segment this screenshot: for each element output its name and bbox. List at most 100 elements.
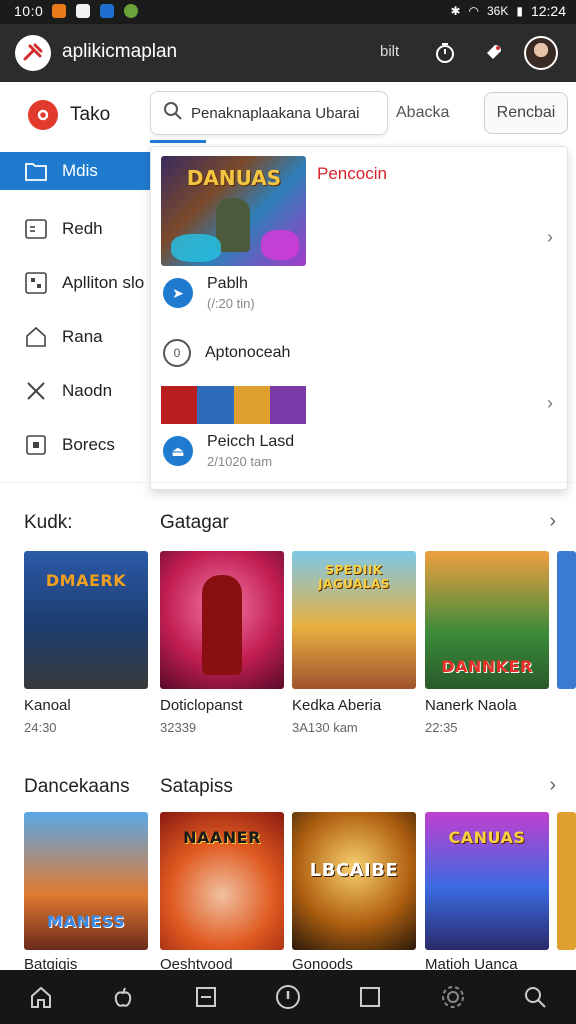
circle-icon: 0 (163, 339, 191, 367)
sidebar-item-label: Naodn (62, 381, 113, 400)
card-art-title: DANNKER (441, 657, 533, 676)
sidebar-item-mdis[interactable]: Mdis (0, 152, 150, 190)
list-item-name: Aptonoceah (205, 344, 291, 361)
sidebar-item-label: Redh (62, 219, 103, 238)
notification-icon-orange (52, 4, 66, 18)
apps-icon (24, 271, 48, 295)
card-label: Doticlopanst (160, 697, 243, 714)
list-item[interactable]: ➤ Pablh (/:20 tin) (163, 275, 255, 311)
section-title-right: Satapiss (160, 776, 233, 797)
sidebar-nav: Mdis Redh Aplliton slo Rana Naodn Borecs (0, 152, 150, 472)
featured-game-art[interactable]: DANUAS (161, 156, 306, 266)
card-art-title: LBCAIBE (309, 860, 399, 881)
settings-icon[interactable] (438, 982, 468, 1012)
list-icon[interactable] (191, 982, 221, 1012)
search-input[interactable]: Penaknaplaakana Ubarai (150, 91, 388, 135)
chevron-right-icon[interactable]: › (547, 393, 553, 414)
search-icon (163, 101, 183, 125)
search-value: Penaknaplaakana Ubarai (191, 104, 360, 122)
app-title: aplikicmaplan (62, 41, 178, 62)
game-card-partial[interactable] (557, 812, 576, 950)
signal-text: 36K (486, 4, 509, 18)
tab-abacka[interactable]: Abacka (396, 104, 449, 122)
sidebar-item-rana[interactable]: Rana (0, 310, 150, 364)
sidebar-item-borecs[interactable]: Borecs (0, 418, 150, 472)
chevron-right-icon[interactable]: › (547, 227, 553, 248)
game-icon: ⏏ (163, 436, 193, 466)
document-icon (24, 217, 48, 241)
section-divider (0, 482, 576, 483)
folder-icon (24, 159, 48, 183)
card-art-title: CANUAS (448, 828, 526, 847)
list-item-name: Peicch Lasd (207, 433, 295, 450)
chevron-right-icon[interactable]: › (549, 774, 556, 797)
app-bar: aplikicmaplan bilt (0, 24, 576, 82)
appbar-bits[interactable]: bilt (380, 43, 399, 60)
game-card[interactable]: SPEDIIK JAGUALAS (292, 551, 416, 689)
rocket-icon[interactable] (476, 36, 510, 70)
notification-icon-white (76, 4, 90, 18)
card-sub: 3A130 kam (292, 720, 358, 735)
sidebar-item-label: Borecs (62, 435, 115, 454)
card-sub: 32339 (160, 720, 197, 735)
card-art-title: MANESS (47, 912, 125, 931)
wifi-icon: ◠ (468, 4, 479, 18)
sidebar-brand[interactable]: Tako (28, 100, 110, 130)
game-card[interactable]: NAANER (160, 812, 284, 950)
list-item-sub: (/:20 tin) (207, 296, 255, 311)
send-icon: ➤ (163, 278, 193, 308)
avatar[interactable] (524, 36, 558, 70)
list-item-sub: 2/1020 tam (207, 454, 273, 469)
sidebar-item-label: Rana (62, 327, 103, 346)
square-icon[interactable] (355, 982, 385, 1012)
rencbai-button[interactable]: Rencbai (484, 92, 568, 134)
search-dropdown-panel: DANUAS Pencocin › ➤ Pablh (/:20 tin) 0 A… (150, 146, 568, 490)
game-card-partial[interactable] (557, 551, 576, 689)
home-icon[interactable] (26, 982, 56, 1012)
list-item[interactable]: 0 Aptonoceah (163, 339, 290, 367)
sidebar-item-naodn[interactable]: Naodn (0, 364, 150, 418)
game-card[interactable]: CANUAS (425, 812, 549, 950)
list-item-name: Pablh (207, 275, 248, 292)
list-item[interactable]: ⏏ Peicch Lasd 2/1020 tam (163, 433, 294, 469)
card-sub: 24:30 (24, 720, 57, 735)
game-card[interactable] (160, 551, 284, 689)
sidebar-item-label: Aplliton slo (62, 273, 145, 292)
bluetooth-icon: ✱ (450, 4, 461, 18)
card-label: Kedka Aberia (292, 697, 382, 714)
game-card[interactable]: MANESS (24, 812, 148, 950)
chevron-right-icon[interactable]: › (549, 510, 556, 533)
sidebar-item-redh[interactable]: Redh (0, 202, 150, 256)
status-time: 10:0 (14, 3, 44, 19)
section-title-left: Dancekaans (24, 776, 130, 797)
card-art-title: NAANER (183, 828, 261, 847)
card-art-title: SPEDIIK JAGUALAS (318, 563, 390, 591)
app-logo[interactable] (15, 35, 51, 71)
square-dot-icon (24, 433, 48, 457)
game-card[interactable]: DMAERK (24, 551, 148, 689)
game-card[interactable]: LBCAIBE (292, 812, 416, 950)
info-icon[interactable] (273, 982, 303, 1012)
featured-title[interactable]: Pencocin (317, 164, 387, 184)
brand-name: Tako (70, 104, 111, 125)
search-icon[interactable] (520, 982, 550, 1012)
timer-icon[interactable] (428, 36, 462, 70)
section-title-left: Kudk: (24, 512, 73, 533)
section-title-right: Gatagar (160, 512, 229, 533)
notification-icon-green (124, 4, 138, 18)
game-card[interactable]: DANNKER (425, 551, 549, 689)
apple-icon[interactable] (108, 982, 138, 1012)
card-sub: 22:35 (425, 720, 458, 735)
sidebar-item-label: Mdis (62, 161, 98, 180)
battery-icon: ▮ (516, 4, 523, 18)
search-active-indicator (150, 140, 206, 143)
card-label: Nanerk Naola (425, 697, 517, 714)
status-right: ✱ ◠ 36K ▮ 12:24 (450, 3, 566, 19)
card-art-title: DMAERK (45, 571, 127, 590)
crossed-tools-icon (24, 379, 48, 403)
home-icon (24, 325, 48, 349)
sidebar-item-appliton[interactable]: Aplliton slo (0, 256, 150, 310)
game-thumbnail-strip[interactable] (161, 386, 306, 424)
featured-art-title: DANUAS (186, 166, 282, 190)
notification-icon-blue (100, 4, 114, 18)
